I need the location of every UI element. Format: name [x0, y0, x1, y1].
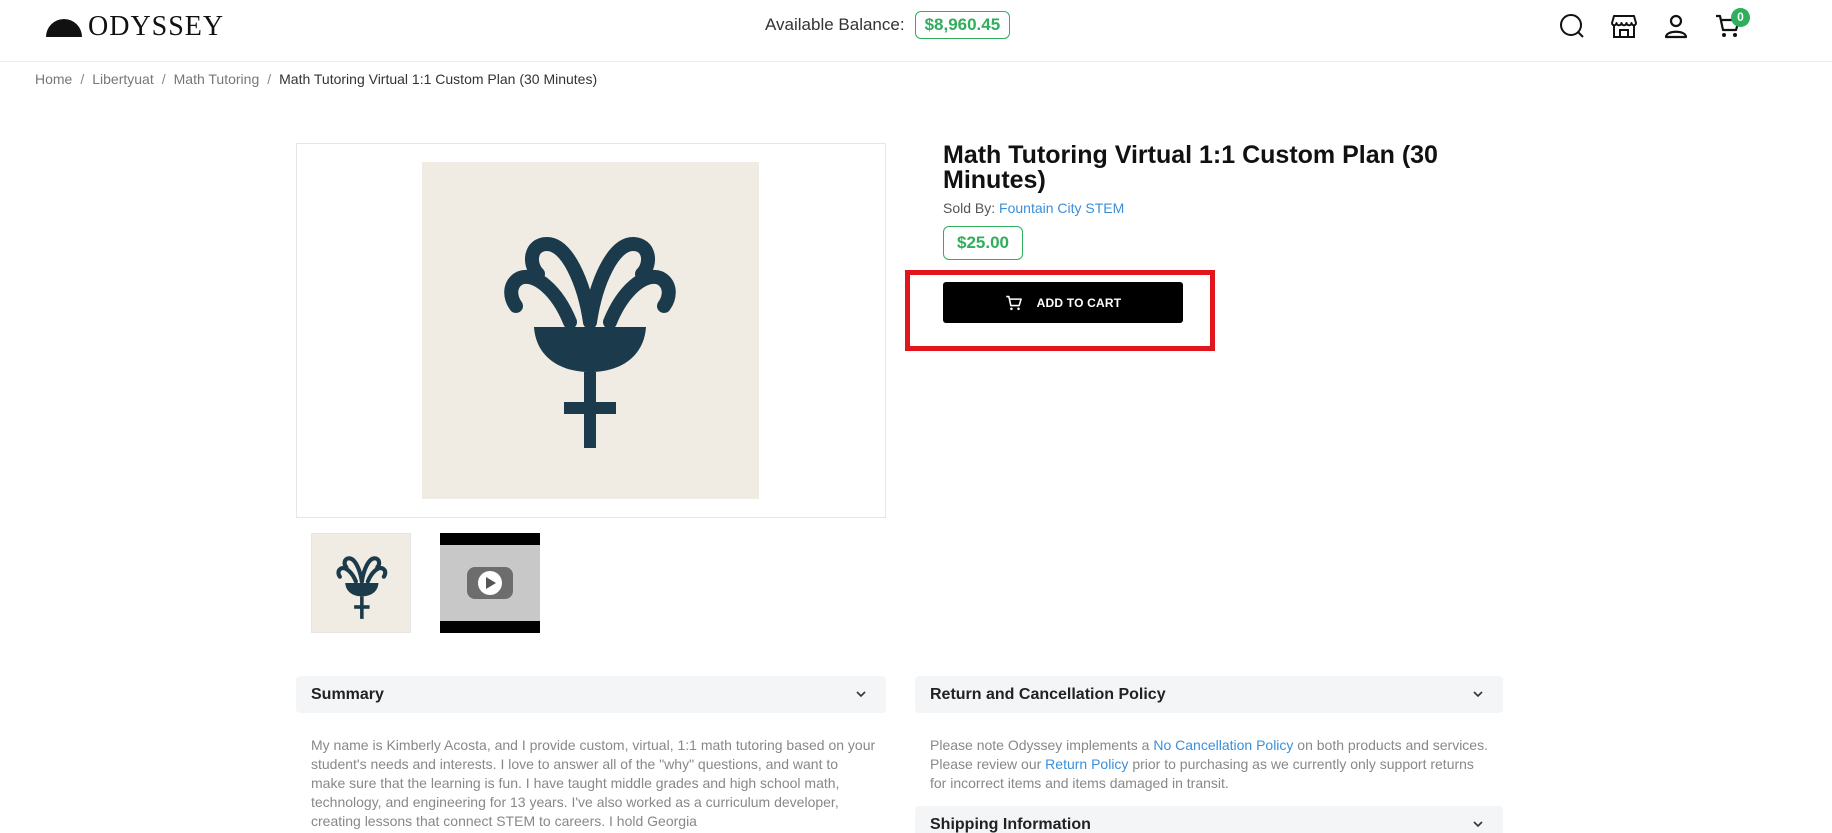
return-policy-heading: Return and Cancellation Policy	[930, 685, 1166, 703]
product-price: $25.00	[943, 226, 1023, 260]
breadcrumb-separator: /	[161, 71, 166, 87]
balance-label: Available Balance:	[765, 15, 905, 34]
return-policy-text: Please note Odyssey implements a No Canc…	[930, 736, 1490, 793]
fountain-icon	[504, 236, 676, 448]
play-icon	[467, 567, 513, 599]
sold-by-label: Sold By:	[943, 200, 996, 216]
cart-count-badge: 0	[1731, 8, 1750, 27]
no-cancellation-policy-link[interactable]: No Cancellation Policy	[1153, 737, 1293, 753]
sold-by: Sold By: Fountain City STEM	[943, 200, 1124, 216]
search-icon[interactable]	[1558, 12, 1586, 40]
chevron-down-icon	[856, 691, 866, 698]
breadcrumb-home[interactable]: Home	[35, 71, 72, 87]
return-policy-link[interactable]: Return Policy	[1045, 756, 1128, 772]
seller-link[interactable]: Fountain City STEM	[999, 200, 1124, 216]
logo[interactable]: ODYSSEY	[46, 11, 224, 43]
thumbnail-image[interactable]	[311, 533, 411, 633]
user-icon[interactable]	[1662, 12, 1690, 40]
breadcrumb-math-tutoring[interactable]: Math Tutoring	[174, 71, 260, 87]
return-policy-text-part: Please note Odyssey implements a	[930, 737, 1154, 753]
logo-dome-icon	[46, 19, 82, 37]
breadcrumb-current: Math Tutoring Virtual 1:1 Custom Plan (3…	[279, 71, 598, 87]
add-to-cart-button[interactable]: ADD TO CART	[943, 282, 1183, 323]
summary-text: My name is Kimberly Acosta, and I provid…	[311, 737, 876, 829]
breadcrumb-libertyuat[interactable]: Libertyuat	[92, 71, 153, 87]
shipping-heading: Shipping Information	[930, 815, 1091, 833]
store-icon[interactable]	[1610, 12, 1638, 40]
chevron-down-icon	[1473, 691, 1483, 698]
thumbnail-video[interactable]	[440, 533, 540, 633]
product-title: Math Tutoring Virtual 1:1 Custom Plan (3…	[943, 141, 1438, 194]
add-to-cart-label: ADD TO CART	[1036, 295, 1122, 310]
logo-text: ODYSSEY	[88, 11, 225, 42]
site-header: ODYSSEY Available Balance: $8,960.45 0	[0, 0, 1832, 62]
summary-heading: Summary	[311, 685, 384, 703]
video-preview	[440, 545, 540, 621]
breadcrumb-separator: /	[267, 71, 272, 87]
return-policy-accordion-header[interactable]: Return and Cancellation Policy	[915, 676, 1503, 713]
fountain-icon	[336, 556, 388, 619]
breadcrumb-separator: /	[80, 71, 85, 87]
cart-icon	[1005, 295, 1022, 310]
shipping-accordion-header[interactable]: Shipping Information	[915, 806, 1503, 833]
product-main-image[interactable]	[296, 143, 886, 518]
summary-accordion-header[interactable]: Summary	[296, 676, 886, 713]
balance-display: Available Balance: $8,960.45	[765, 11, 1011, 39]
balance-value: $8,960.45	[914, 11, 1011, 39]
breadcrumb: Home / Libertyuat / Math Tutoring / Math…	[35, 71, 597, 87]
chevron-down-icon	[1473, 821, 1483, 828]
product-artwork	[422, 162, 759, 499]
